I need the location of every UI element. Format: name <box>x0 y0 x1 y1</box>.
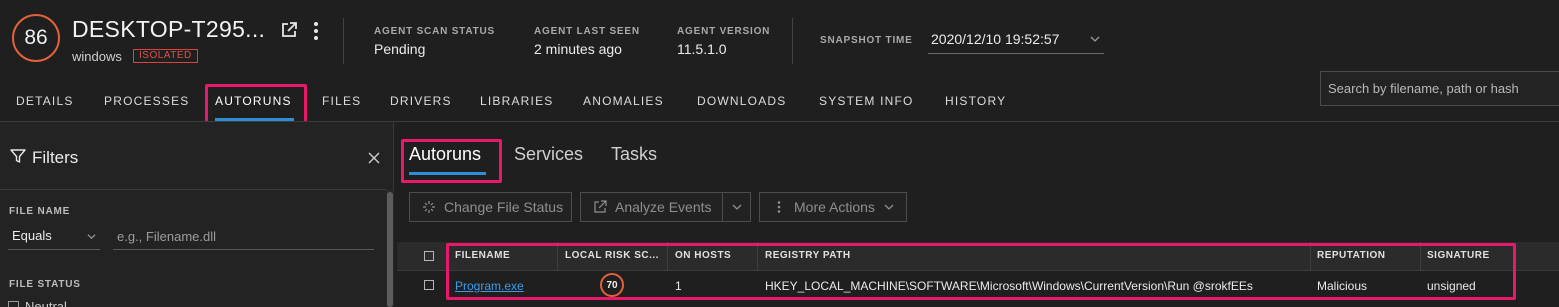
chevron-down-icon <box>732 204 741 210</box>
subtab-services[interactable]: Services <box>514 144 583 165</box>
tab-downloads[interactable]: DOWNLOADS <box>697 94 786 110</box>
snapshot-time-label: SNAPSHOT TIME <box>820 35 913 46</box>
header-divider <box>792 18 793 64</box>
agent-scan-status-value: Pending <box>374 41 426 57</box>
change-file-status-label: Change File Status <box>444 199 564 215</box>
tab-system-info[interactable]: SYSTEM INFO <box>819 94 914 110</box>
host-name: DESKTOP-T295... <box>72 16 266 42</box>
filters-scrollbar-thumb[interactable] <box>387 192 393 307</box>
change-file-status-button[interactable]: Change File Status <box>409 192 572 222</box>
file-name-operator-select[interactable]: Equals <box>8 224 100 250</box>
snapshot-time-select[interactable]: 2020/12/10 19:52:57 <box>928 28 1104 54</box>
external-link-icon <box>594 200 607 213</box>
agent-version-value: 11.5.1.0 <box>677 41 727 57</box>
popout-icon[interactable] <box>280 21 298 39</box>
table-highlight <box>446 243 1516 300</box>
os-label: windows <box>72 49 122 64</box>
kebab-icon <box>777 201 781 213</box>
tab-history[interactable]: HISTORY <box>945 94 1006 110</box>
agent-last-seen-value: 2 minutes ago <box>534 41 622 57</box>
analyze-events-dropdown[interactable] <box>722 192 751 222</box>
file-name-input[interactable] <box>113 224 374 249</box>
isolated-badge: ISOLATED <box>133 49 198 63</box>
chevron-down-icon <box>87 234 96 240</box>
tab-anomalies[interactable]: ANOMALIES <box>583 94 664 110</box>
tab-details[interactable]: DETAILS <box>16 94 74 110</box>
file-status-option-label: Neutral <box>25 299 67 307</box>
file-name-label: FILE NAME <box>9 206 71 217</box>
file-name-field[interactable] <box>113 224 374 250</box>
more-actions-label: More Actions <box>794 199 875 215</box>
file-name-operator-value: Equals <box>12 228 52 243</box>
search-input[interactable] <box>1321 72 1559 105</box>
tab-processes[interactable]: PROCESSES <box>104 94 190 110</box>
header-divider <box>343 18 344 64</box>
risk-score-badge: 86 <box>12 14 60 62</box>
sparkle-icon <box>423 201 435 213</box>
filters-title: Filters <box>32 148 79 167</box>
agent-scan-status-label: AGENT SCAN STATUS <box>374 26 496 37</box>
agent-version-label: AGENT VERSION <box>677 26 771 37</box>
analyze-events-label: Analyze Events <box>615 199 712 215</box>
file-status-label: FILE STATUS <box>9 279 81 290</box>
chevron-down-icon <box>1090 36 1100 42</box>
close-icon[interactable] <box>368 152 380 164</box>
agent-last-seen-label: AGENT LAST SEEN <box>534 26 640 37</box>
autoruns-subtab-highlight <box>401 139 502 183</box>
chevron-down-icon <box>884 204 894 210</box>
filters-header-divider <box>0 189 386 190</box>
more-actions-button[interactable]: More Actions <box>759 192 907 222</box>
select-all-checkbox[interactable] <box>424 251 434 261</box>
tab-files[interactable]: FILES <box>322 94 361 110</box>
analyze-events-button[interactable]: Analyze Events <box>580 192 723 222</box>
tab-drivers[interactable]: DRIVERS <box>390 94 452 110</box>
subtab-tasks[interactable]: Tasks <box>611 144 657 165</box>
file-status-option[interactable]: Neutral <box>8 299 67 307</box>
tab-libraries[interactable]: LIBRARIES <box>480 94 554 110</box>
more-options-icon[interactable] <box>311 21 321 41</box>
row-checkbox[interactable] <box>424 280 434 290</box>
checkbox[interactable] <box>8 301 19 307</box>
search-box[interactable] <box>1320 71 1559 106</box>
snapshot-time-value: 2020/12/10 19:52:57 <box>931 31 1060 47</box>
filter-icon <box>10 149 26 163</box>
